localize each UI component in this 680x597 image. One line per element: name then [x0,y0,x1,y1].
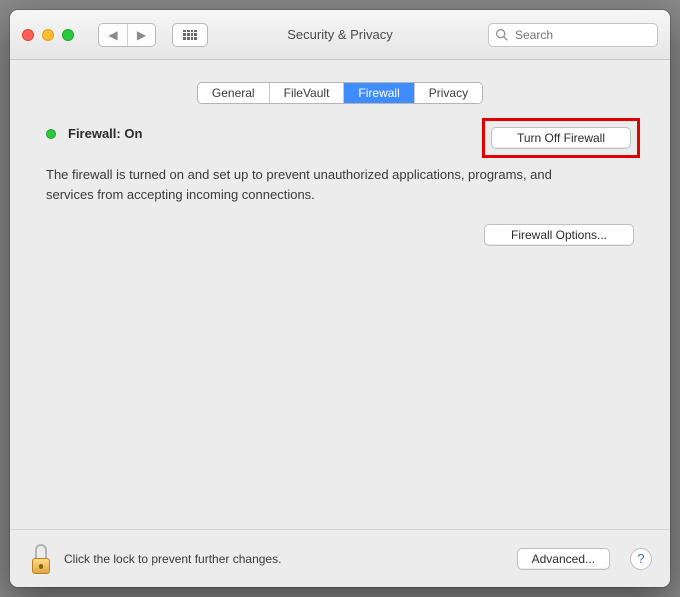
status-indicator-icon [46,129,56,139]
content-pane: Firewall: On Turn Off Firewall The firew… [10,104,670,529]
preferences-window: ◀ ▶ Security & Privacy General FileVault… [10,10,670,587]
search-icon [495,28,508,41]
search-input[interactable] [488,23,658,47]
tab-bar: General FileVault Firewall Privacy [10,82,670,104]
lock-hint-text: Click the lock to prevent further change… [64,552,281,566]
window-controls [22,29,74,41]
tab-general[interactable]: General [198,83,269,103]
footer-bar: Click the lock to prevent further change… [10,529,670,587]
search-field-wrap [488,23,658,47]
back-button[interactable]: ◀ [99,24,127,46]
close-icon[interactable] [22,29,34,41]
minimize-icon[interactable] [42,29,54,41]
maximize-icon[interactable] [62,29,74,41]
firewall-description: The firewall is turned on and set up to … [46,165,586,204]
tab-privacy[interactable]: Privacy [414,83,482,103]
highlight-annotation: Turn Off Firewall [482,118,640,158]
forward-button[interactable]: ▶ [127,24,155,46]
nav-segmented: ◀ ▶ [98,23,156,47]
turn-off-firewall-button[interactable]: Turn Off Firewall [491,127,631,149]
grid-icon [183,30,197,40]
titlebar: ◀ ▶ Security & Privacy [10,10,670,60]
help-button[interactable]: ? [630,548,652,570]
firewall-options-button[interactable]: Firewall Options... [484,224,634,246]
tab-firewall[interactable]: Firewall [343,83,413,103]
lock-icon[interactable] [28,544,54,574]
tab-filevault[interactable]: FileVault [269,83,344,103]
advanced-button[interactable]: Advanced... [517,548,610,570]
show-all-button[interactable] [172,23,208,47]
options-row: Firewall Options... [46,224,634,246]
firewall-status-label: Firewall: On [68,126,142,141]
tab-group: General FileVault Firewall Privacy [197,82,483,104]
